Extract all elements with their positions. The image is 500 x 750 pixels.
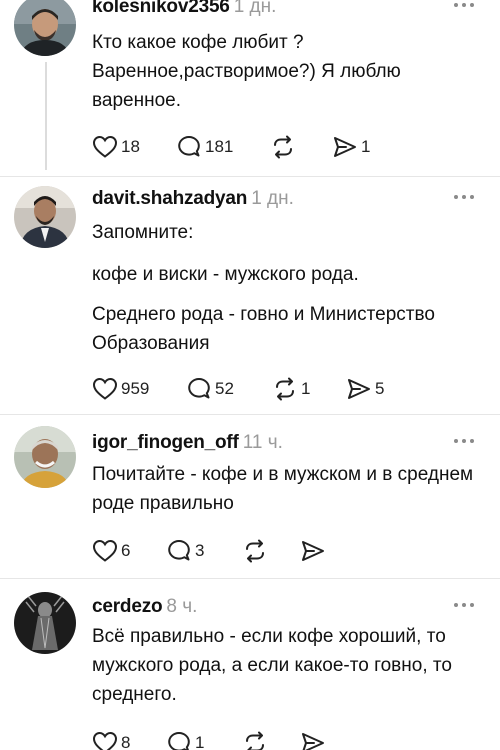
like-button[interactable]: 959 bbox=[92, 376, 149, 402]
heart-icon bbox=[92, 377, 118, 400]
like-button[interactable]: 6 bbox=[92, 538, 130, 564]
like-button[interactable]: 18 bbox=[92, 134, 140, 160]
send-arrow-icon bbox=[334, 137, 356, 157]
like-button[interactable]: 8 bbox=[92, 730, 130, 750]
like-count: 8 bbox=[121, 733, 131, 750]
reply-button[interactable]: 3 bbox=[166, 538, 204, 564]
heart-icon bbox=[92, 731, 118, 750]
avatar[interactable] bbox=[14, 0, 76, 56]
comment-text: Кто какое кофе любит ? Варенное,раствори… bbox=[92, 32, 401, 111]
username[interactable]: cerdezo bbox=[92, 596, 163, 617]
timestamp: 1 дн. bbox=[251, 188, 294, 209]
avatar[interactable] bbox=[14, 592, 76, 654]
repost-button[interactable] bbox=[242, 538, 271, 564]
more-dots-icon[interactable] bbox=[452, 0, 476, 14]
heart-icon bbox=[92, 135, 118, 158]
share-button[interactable] bbox=[300, 538, 329, 564]
reply-button[interactable]: 52 bbox=[186, 376, 234, 402]
send-arrow-icon bbox=[302, 733, 324, 750]
repost-arrows-icon bbox=[246, 731, 264, 750]
avatar[interactable] bbox=[14, 426, 76, 488]
share-count: 5 bbox=[375, 379, 385, 398]
comment-text: Всё правильно - если кофе хороший, то му… bbox=[92, 626, 452, 705]
like-count: 18 bbox=[121, 137, 140, 156]
share-button[interactable] bbox=[300, 730, 329, 750]
reply-count: 52 bbox=[215, 379, 234, 398]
timestamp: 1 дн. bbox=[233, 0, 277, 17]
username[interactable]: kolesnikov2356 bbox=[92, 0, 230, 17]
send-arrow-icon bbox=[348, 379, 370, 399]
share-button[interactable]: 5 bbox=[346, 376, 384, 402]
comment-bubble-icon bbox=[168, 732, 190, 750]
repost-count: 1 bbox=[301, 379, 311, 398]
timestamp: 8 ч. bbox=[166, 596, 198, 617]
thread-line bbox=[45, 62, 47, 170]
comment-bubble-icon bbox=[188, 378, 210, 399]
heart-icon bbox=[92, 539, 118, 562]
reply-button[interactable]: 181 bbox=[176, 134, 233, 160]
repost-arrows-icon bbox=[274, 135, 292, 159]
avatar[interactable] bbox=[14, 186, 76, 248]
timestamp: 11 ч. bbox=[242, 432, 283, 453]
repost-button[interactable] bbox=[242, 730, 271, 750]
more-dots-icon[interactable] bbox=[452, 600, 476, 614]
reply-count: 181 bbox=[205, 137, 234, 156]
like-count: 959 bbox=[121, 379, 150, 398]
reply-count: 3 bbox=[195, 541, 205, 560]
more-dots-icon[interactable] bbox=[452, 436, 476, 450]
divider bbox=[0, 414, 500, 415]
reply-button[interactable]: 1 bbox=[166, 730, 204, 750]
share-count: 1 bbox=[361, 137, 371, 156]
comment-text: Запомните: bbox=[92, 222, 194, 243]
divider bbox=[0, 578, 500, 579]
reply-count: 1 bbox=[195, 733, 205, 750]
repost-arrows-icon bbox=[276, 377, 294, 401]
username[interactable]: davit.shahzadyan bbox=[92, 188, 247, 209]
comment-feed: kolesnikov2356 1 дн. Кто какое кофе любит… bbox=[0, 0, 500, 750]
more-dots-icon[interactable] bbox=[452, 192, 476, 206]
username[interactable]: igor_finogen_off bbox=[92, 432, 239, 453]
divider bbox=[0, 176, 500, 177]
repost-button[interactable]: 1 bbox=[272, 376, 310, 402]
comment-bubble-icon bbox=[178, 136, 200, 157]
like-count: 6 bbox=[121, 541, 131, 560]
comment-bubble-icon bbox=[168, 540, 190, 561]
repost-button[interactable] bbox=[270, 134, 299, 160]
share-button[interactable]: 1 bbox=[332, 134, 370, 160]
comment-text: Почитайте - кофе и в мужском и в среднем… bbox=[92, 464, 474, 514]
send-arrow-icon bbox=[302, 541, 324, 561]
comment-text: кофе и виски - мужского рода. bbox=[92, 264, 359, 285]
repost-arrows-icon bbox=[246, 539, 264, 563]
comment-text: Среднего рода - говно и Министерство Обр… bbox=[92, 304, 435, 354]
